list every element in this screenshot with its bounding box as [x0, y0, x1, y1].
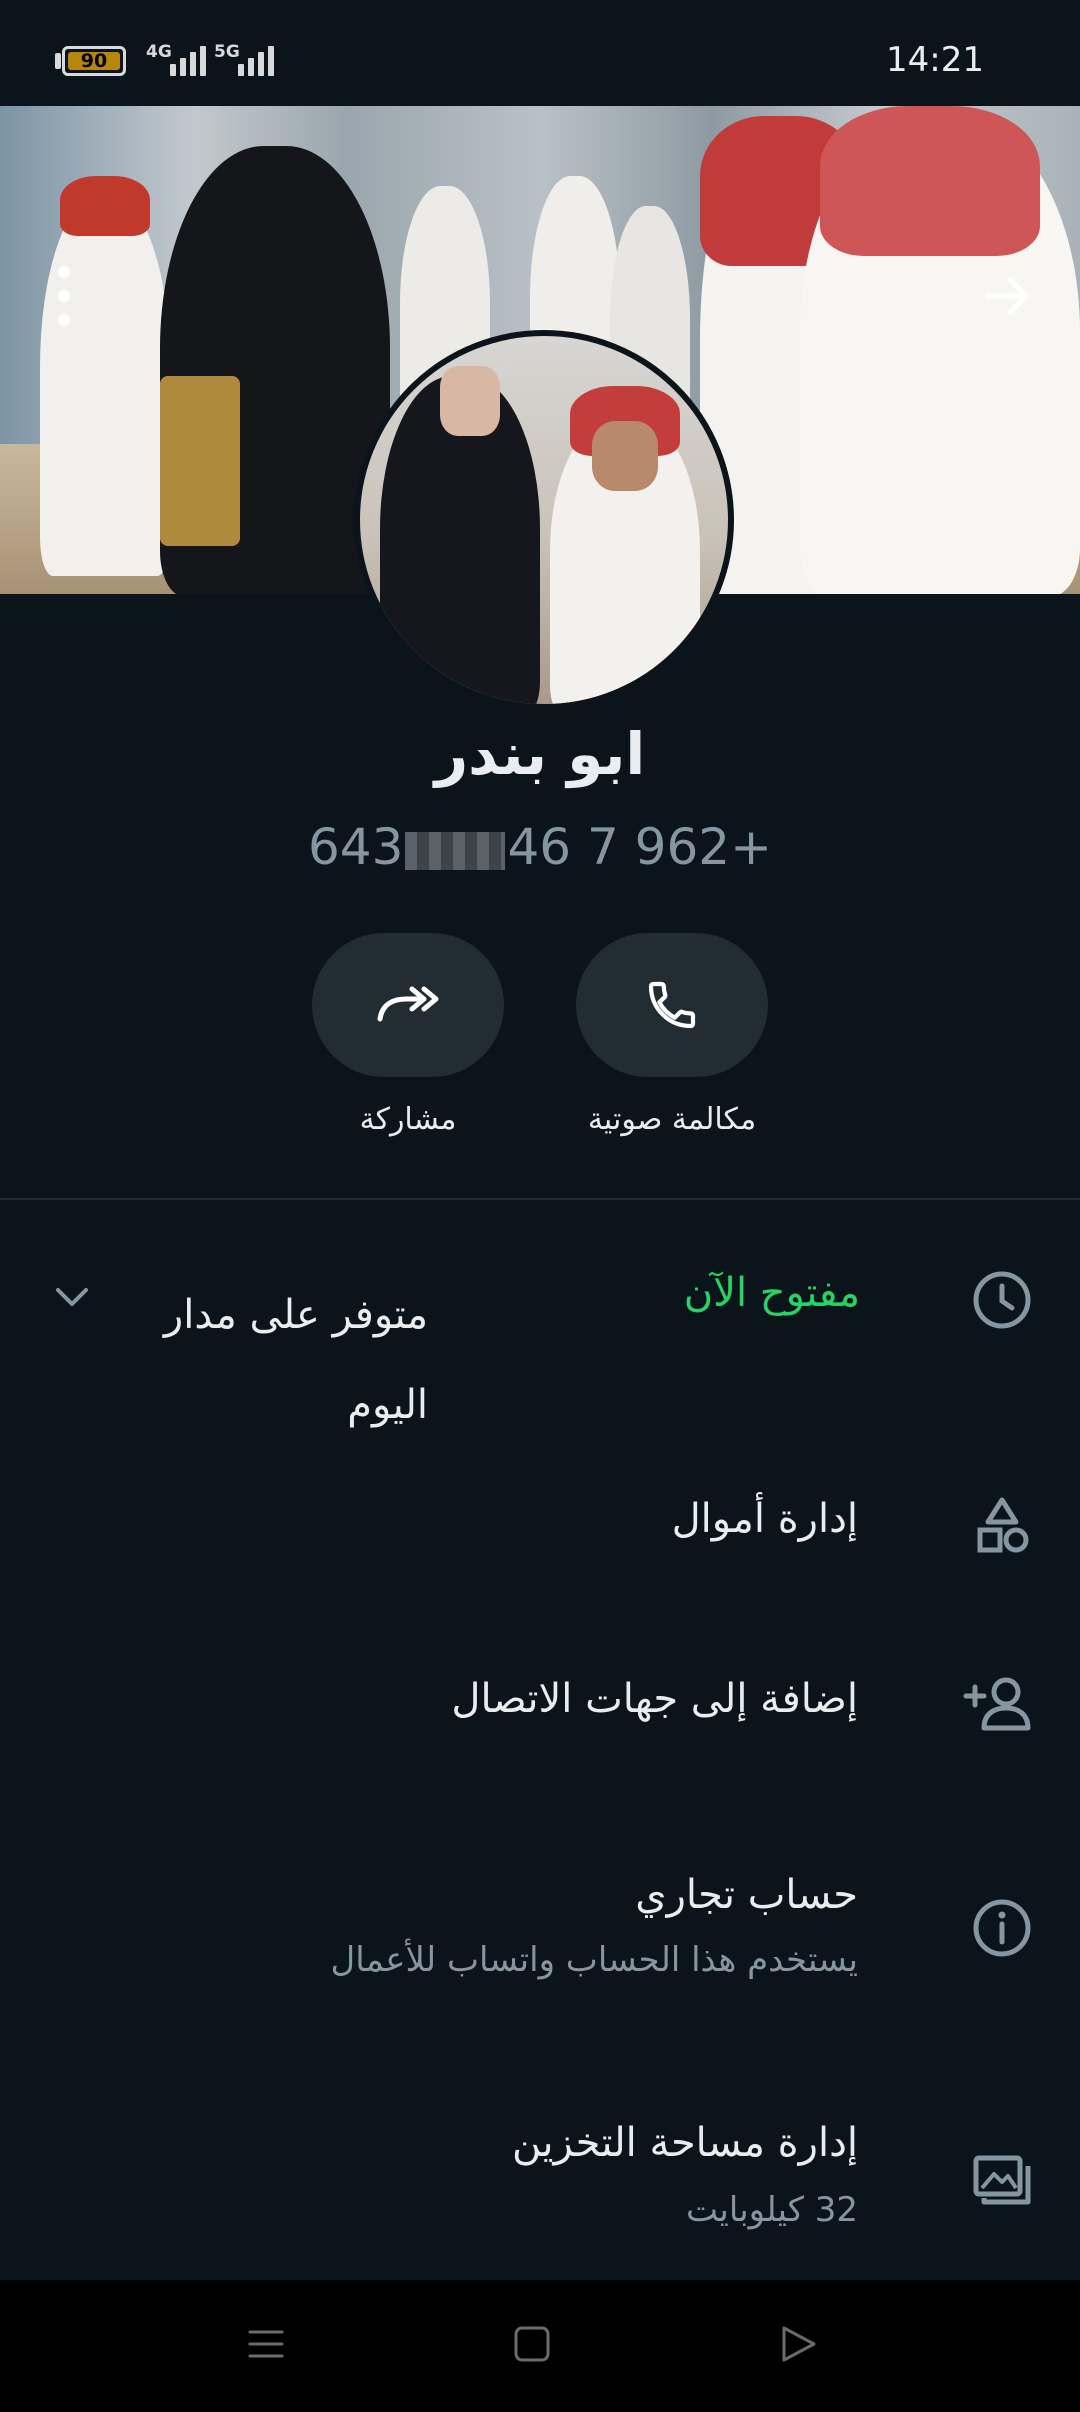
phone-prefix: 643: [308, 818, 404, 876]
hours-detail: متوفر على مدار اليوم: [128, 1270, 428, 1450]
add-to-contacts-label: إضافة إلى جهات الاتصال: [451, 1676, 858, 1722]
business-account-title: حساب تجاري: [635, 1872, 858, 1918]
hours-detail-line2: اليوم: [347, 1382, 428, 1428]
battery-icon: 90: [62, 46, 126, 76]
section-divider: [0, 1198, 1080, 1200]
voice-call-button[interactable]: [576, 933, 768, 1077]
more-options-icon[interactable]: [52, 266, 76, 326]
recent-apps-icon[interactable]: [246, 2324, 286, 2364]
contact-phone: 643 46 7 962+: [0, 818, 1080, 876]
chevron-down-icon[interactable]: [52, 1282, 92, 1312]
storage-icon: [973, 2155, 1031, 2205]
business-account-subtitle: يستخدم هذا الحساب واتساب للأعمال: [330, 1940, 858, 1980]
voice-call-label: مكالمة صوتية: [587, 1102, 757, 1137]
network-type-label: 5G: [214, 42, 240, 62]
arrow-right-icon[interactable]: [978, 266, 1038, 326]
clock-icon: [973, 1271, 1031, 1329]
status-bar: 90 4G 5G 14:21: [0, 0, 1080, 106]
share-icon: [377, 986, 439, 1022]
system-nav-bar: [0, 2280, 1080, 2412]
add-contact-icon: [963, 1677, 1031, 1731]
storage-size: 32 كيلوبايت: [685, 2190, 858, 2230]
signal-icon: [238, 46, 274, 76]
category-label: إدارة أموال: [671, 1496, 858, 1542]
category-shapes-icon: [977, 1497, 1029, 1553]
phone-suffix: 46 7 962+: [507, 818, 772, 876]
info-icon: [973, 1899, 1031, 1957]
hours-detail-line1: متوفر على مدار: [163, 1292, 428, 1338]
share-button[interactable]: [312, 933, 504, 1077]
contact-name: ابو بندر: [434, 720, 646, 788]
manage-storage-title: إدارة مساحة التخزين: [511, 2120, 858, 2166]
open-status: مفتوح الآن: [683, 1270, 860, 1316]
signal-icon: [170, 46, 206, 76]
battery-level: 90: [80, 50, 108, 72]
home-icon[interactable]: [512, 2324, 552, 2364]
profile-avatar[interactable]: [354, 330, 734, 710]
network-type-label: 4G: [146, 42, 172, 62]
redacted-digits: [405, 831, 506, 870]
battery-cap: [55, 53, 61, 69]
share-label: مشاركة: [359, 1102, 457, 1137]
phone-icon: [648, 981, 696, 1029]
status-time: 14:21: [886, 40, 984, 80]
back-triangle-icon[interactable]: [778, 2324, 818, 2364]
